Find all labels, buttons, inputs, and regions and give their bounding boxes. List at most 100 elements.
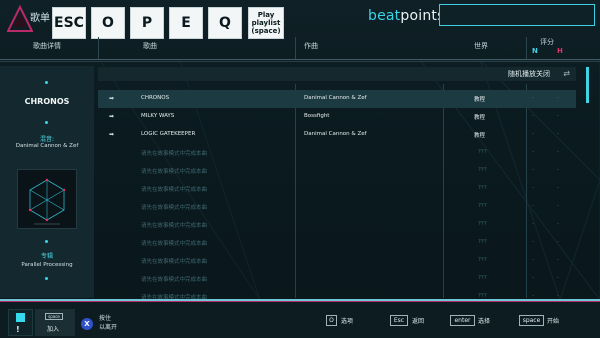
song-name: CHRONOS: [141, 95, 170, 101]
p-button[interactable]: P: [130, 7, 164, 39]
rating-n-value: -: [532, 257, 534, 263]
decor-dot: [45, 81, 48, 84]
song-row[interactable]: ➡ CHRONOS Danimal Cannon & Zef 教程 - -: [98, 90, 576, 108]
rating-h-value: -: [557, 257, 559, 263]
album-cover-art: [18, 170, 76, 228]
play-playlist-button[interactable]: Play playlist (space): [248, 7, 284, 39]
song-details-panel: CHRONOS 混音: Danimal Cannon & Zef 专辑 Para…: [0, 66, 94, 298]
rating-h-value: -: [557, 203, 559, 209]
details-album-label: 专辑: [40, 253, 53, 260]
song-world: 教程: [474, 133, 486, 139]
header-world[interactable]: 世界: [474, 41, 488, 51]
rating-n-value: -: [532, 131, 534, 137]
song-row[interactable]: 请先在故事模式中完成本曲??? - -: [98, 234, 576, 252]
search-input[interactable]: [439, 4, 595, 26]
song-name: 请先在故事模式中完成本曲: [141, 187, 208, 193]
song-world: ???: [478, 203, 487, 209]
shuffle-icon: ⇄: [563, 69, 570, 78]
x-button-icon[interactable]: X: [81, 318, 93, 330]
song-row[interactable]: 请先在故事模式中完成本曲??? - -: [98, 198, 576, 216]
details-album-name: Parallel Processing: [21, 262, 73, 268]
top-bar: 歌单 ESC O P E Q Play playlist (space) bea…: [0, 0, 600, 40]
song-row[interactable]: ➡ MILKY WAYS Bossfight 教程 - -: [98, 108, 576, 126]
bottom-bar-accent-pink: [0, 301, 600, 302]
hold-to-leave-text: 按住 以离开: [99, 314, 117, 332]
song-name: LOGIC GATEKEEPER: [141, 131, 196, 137]
join-label: 加入: [47, 326, 60, 333]
rating-n-value: -: [532, 185, 534, 191]
rating-h-value: -: [557, 95, 559, 101]
rating-n-value: -: [532, 239, 534, 245]
hint-label-options: 选项: [341, 318, 354, 325]
header-divider: [98, 37, 99, 59]
rating-h-value: -: [557, 221, 559, 227]
header-rating-n[interactable]: N: [532, 47, 538, 55]
header-divider: [295, 37, 296, 59]
warning-icon: !: [16, 325, 20, 334]
song-world: 教程: [474, 115, 486, 121]
rating-h-value: -: [557, 131, 559, 137]
hint-key-space[interactable]: space: [519, 315, 544, 326]
song-composer: Bossfight: [304, 113, 330, 119]
song-row[interactable]: 请先在故事模式中完成本曲??? - -: [98, 180, 576, 198]
details-artist: Danimal Cannon & Zef: [15, 143, 79, 149]
song-row[interactable]: 请先在故事模式中完成本曲??? - -: [98, 144, 576, 162]
song-world: ???: [478, 239, 487, 245]
shuffle-toggle[interactable]: 随机播放关闭 ⇄: [98, 67, 576, 81]
esc-button[interactable]: ESC: [52, 7, 86, 39]
play-arrow-icon: ➡: [109, 113, 115, 120]
shuffle-label: 随机播放关闭: [508, 70, 550, 78]
join-space-key: space: [45, 313, 63, 320]
header-divider: [526, 37, 527, 59]
scrollbar[interactable]: [586, 67, 589, 103]
header-song-details: 歌曲详情: [33, 42, 61, 50]
header-rating: 评分: [540, 38, 554, 46]
details-title: CHRONOS: [24, 97, 70, 106]
song-row[interactable]: 请先在故事模式中完成本曲??? - -: [98, 216, 576, 234]
rating-n-value: -: [532, 95, 534, 101]
song-name: 请先在故事模式中完成本曲: [141, 241, 208, 247]
brand-part-2: points: [400, 8, 445, 24]
song-name: 请先在故事模式中完成本曲: [141, 223, 208, 229]
song-name: MILKY WAYS: [141, 113, 175, 119]
song-world: ???: [478, 149, 487, 155]
play-arrow-icon: ➡: [109, 95, 115, 102]
e-button[interactable]: E: [169, 7, 203, 39]
song-name: 请先在故事模式中完成本曲: [141, 151, 208, 157]
song-name: 请先在故事模式中完成本曲: [141, 205, 208, 211]
song-row[interactable]: 请先在故事模式中完成本曲??? - -: [98, 162, 576, 180]
song-name: 请先在故事模式中完成本曲: [141, 277, 208, 283]
playlist-label: 歌单: [30, 13, 50, 24]
song-world: ???: [478, 257, 487, 263]
song-composer: Danimal Cannon & Zef: [304, 95, 367, 101]
table-header: 歌曲详情 歌曲 作曲 世界 评分 N H: [0, 37, 600, 59]
header-underline: [0, 59, 600, 60]
header-underline-2: [0, 61, 600, 62]
hint-key-options[interactable]: O: [326, 315, 337, 326]
song-composer: Danimal Cannon & Zef: [304, 131, 367, 137]
song-world: 教程: [474, 97, 486, 103]
hint-label-back: 返回: [412, 318, 425, 325]
album-cover: [17, 169, 77, 229]
play-playlist-line-3: (space): [251, 27, 281, 35]
header-rating-h[interactable]: H: [557, 47, 563, 55]
hold-line-2: 以离开: [99, 324, 118, 331]
rating-n-value: -: [532, 275, 534, 281]
q-button[interactable]: Q: [208, 7, 242, 39]
options-o-button[interactable]: O: [91, 7, 125, 39]
hint-key-esc[interactable]: Esc: [390, 315, 408, 326]
rating-h-value: -: [557, 275, 559, 281]
details-difficulty-label: 混音:: [39, 136, 55, 143]
header-song[interactable]: 歌曲: [143, 41, 157, 51]
decor-dot: [45, 121, 48, 124]
song-row[interactable]: 请先在故事模式中完成本曲??? - -: [98, 270, 576, 288]
song-world: ???: [478, 275, 487, 281]
song-row[interactable]: ➡ LOGIC GATEKEEPER Danimal Cannon & Zef 教程 -…: [98, 126, 576, 144]
rating-n-value: -: [532, 149, 534, 155]
song-world: ???: [478, 185, 487, 191]
header-composer[interactable]: 作曲: [304, 41, 318, 51]
song-row[interactable]: 请先在故事模式中完成本曲??? - -: [98, 252, 576, 270]
rating-n-value: -: [532, 221, 534, 227]
hint-key-enter[interactable]: enter: [450, 315, 475, 326]
rating-h-value: -: [557, 149, 559, 155]
